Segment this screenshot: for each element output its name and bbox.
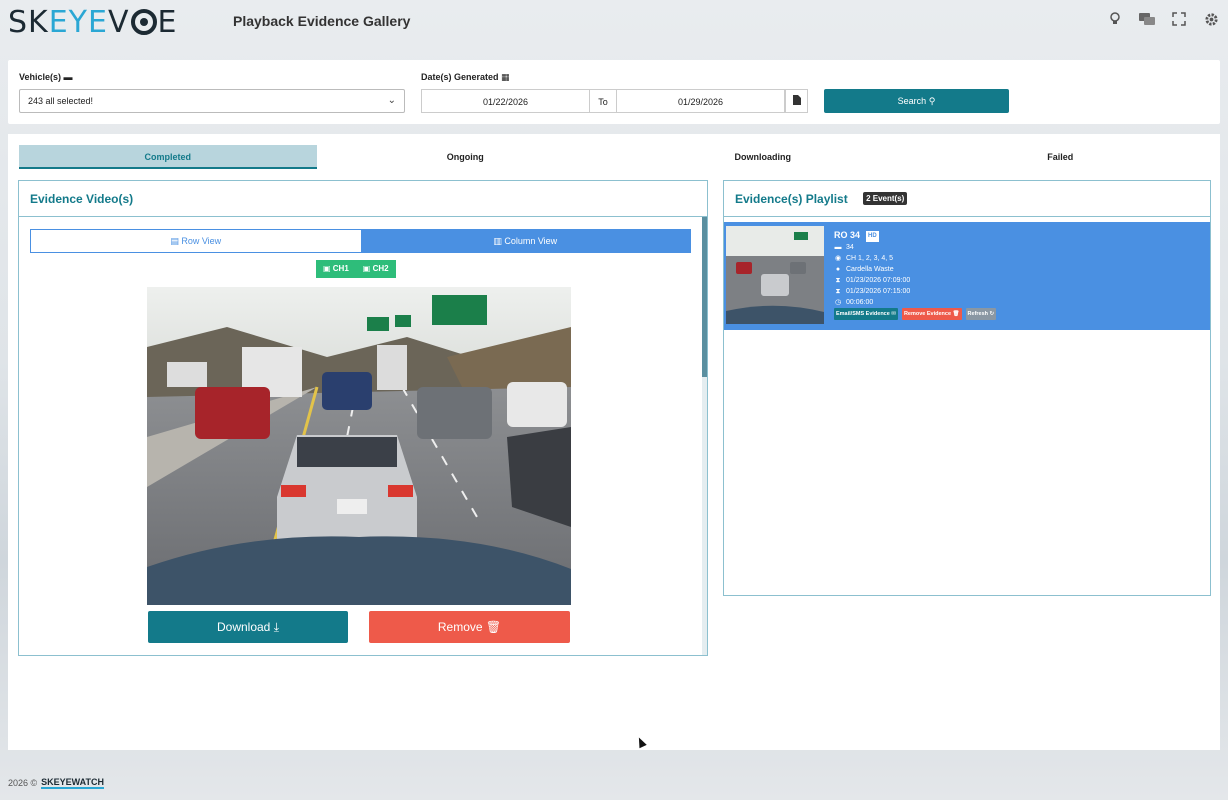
truck-icon: ▬ bbox=[834, 244, 842, 251]
lightbulb-icon[interactable] bbox=[1106, 10, 1124, 28]
trash-icon: 🗑 bbox=[485, 620, 502, 634]
hourglass-end-icon: ⧗ bbox=[835, 288, 841, 295]
date-from-input[interactable]: 01/22/2026 bbox=[421, 89, 590, 113]
tab-completed[interactable]: Completed bbox=[19, 145, 317, 169]
vehicle-select-value: 243 all selected! bbox=[28, 96, 94, 106]
road-scene-image bbox=[147, 287, 571, 605]
camera-icon: ◉ bbox=[834, 255, 842, 262]
dates-label: Date(s) Generated ▦ bbox=[421, 72, 510, 82]
ch2-button[interactable]: ▣ CH2 bbox=[355, 260, 396, 278]
download-icon: ⤓ bbox=[273, 620, 280, 634]
item-duration: 00:06:00 bbox=[846, 299, 874, 306]
calendar-file-icon[interactable] bbox=[785, 89, 808, 113]
logo-text-left: SK bbox=[8, 4, 49, 40]
download-button[interactable]: Download ⤓ bbox=[148, 611, 348, 643]
date-to-input[interactable]: 01/29/2026 bbox=[616, 89, 785, 113]
row-view-button[interactable]: ▤ Row View bbox=[31, 230, 361, 252]
main-card: Completed Ongoing Downloading Failed Evi… bbox=[8, 134, 1220, 750]
filter-card: Vehicle(s) ▬ 243 all selected! ⌄ Date(s)… bbox=[8, 60, 1220, 124]
view-toggle: ▤ Row View ▥ Column View bbox=[30, 229, 691, 253]
playlist-item-info: RO 34 HD ▬ 34 ◉ CH 1, 2, 3, 4, 5 ● Cardella … bbox=[834, 230, 910, 308]
remove-button[interactable]: Remove 🗑 bbox=[369, 611, 570, 643]
item-channels: CH 1, 2, 3, 4, 5 bbox=[846, 255, 894, 262]
evidence-playlist-panel: Evidence(s) Playlist 2 Event(s) RO 34HD bbox=[723, 180, 1211, 596]
fullscreen-icon[interactable] bbox=[1170, 10, 1188, 28]
tab-failed[interactable]: Failed bbox=[912, 145, 1210, 169]
item-driver: Cardella Waste bbox=[846, 266, 894, 273]
panel-scrollbar[interactable] bbox=[702, 217, 707, 655]
logo-text-right: V bbox=[107, 4, 130, 40]
scrollbar-thumb[interactable] bbox=[702, 217, 707, 377]
page-title: Playback Evidence Gallery bbox=[233, 13, 411, 29]
playlist-item[interactable]: RO 34 HD ▬ 34 ◉ CH 1, 2, 3, 4, 5 ● Cardella … bbox=[724, 222, 1210, 330]
playlist-item-title: RO 34 HD bbox=[834, 230, 879, 242]
thumbnail-image bbox=[726, 226, 824, 324]
top-bar: SK EYE V E Playback Evidence Gallery bbox=[0, 0, 1228, 44]
playlist-title: Evidence(s) Playlist bbox=[735, 192, 848, 206]
tab-ongoing[interactable]: Ongoing bbox=[317, 145, 615, 169]
event-count-badge: 2 Event(s) bbox=[863, 192, 908, 205]
calendar-icon: ▦ bbox=[501, 72, 510, 82]
gear-icon[interactable] bbox=[1202, 10, 1220, 28]
hourglass-start-icon: ⧗ bbox=[835, 277, 841, 284]
evidence-video-title: Evidence Video(s) bbox=[19, 181, 707, 217]
to-label: To bbox=[590, 89, 616, 113]
logo-text-blue: EYE bbox=[48, 4, 108, 40]
remove-evidence-button[interactable]: Remove Evidence 🗑 bbox=[901, 308, 962, 320]
hd-icon: HD bbox=[866, 231, 879, 242]
item-end-time: 01/23/2026 07:15:00 bbox=[846, 288, 911, 295]
item-start-time: 01/23/2026 07:09:00 bbox=[846, 277, 911, 284]
channel-buttons: ▣ CH1 ▣ CH2 bbox=[316, 260, 396, 278]
footer: 2026 © SKEYEWATCH bbox=[8, 777, 104, 789]
tab-downloading[interactable]: Downloading bbox=[614, 145, 912, 169]
stopwatch-icon: ◷ bbox=[834, 299, 842, 306]
evidence-video-panel: Evidence Video(s) ▤ Row View ▥ Column Vi… bbox=[18, 180, 708, 656]
playlist-item-actions: Email/SMS Evidence ✉ Remove Evidence 🗑 R… bbox=[834, 308, 997, 320]
search-icon: ⚲ bbox=[928, 96, 936, 106]
chevron-down-icon: ⌄ bbox=[387, 95, 396, 106]
item-vehicle: 34 bbox=[846, 244, 854, 251]
copyright-text: 2026 © bbox=[8, 778, 38, 788]
refresh-button[interactable]: Refresh ↻ bbox=[965, 308, 997, 320]
app-logo[interactable]: SK EYE V E bbox=[8, 4, 178, 40]
vehicle-select[interactable]: 243 all selected! ⌄ bbox=[19, 89, 405, 113]
search-button[interactable]: Search ⚲ bbox=[824, 89, 1009, 113]
truck-icon: ▬ bbox=[63, 72, 73, 82]
top-icons bbox=[1106, 10, 1220, 28]
playlist-thumbnail[interactable] bbox=[726, 226, 824, 324]
footer-brand-link[interactable]: SKEYEWATCH bbox=[41, 777, 104, 789]
column-view-button[interactable]: ▥ Column View bbox=[360, 230, 690, 252]
logo-eye-icon bbox=[130, 9, 157, 35]
chat-icon[interactable] bbox=[1138, 10, 1156, 28]
vehicles-label: Vehicle(s) ▬ bbox=[19, 72, 73, 82]
ch1-button[interactable]: ▣ CH1 bbox=[316, 260, 356, 278]
email-sms-evidence-button[interactable]: Email/SMS Evidence ✉ bbox=[834, 308, 898, 320]
playlist-header: Evidence(s) Playlist 2 Event(s) bbox=[724, 181, 1210, 217]
logo-text-end: E bbox=[157, 4, 178, 40]
status-tabs: Completed Ongoing Downloading Failed bbox=[19, 145, 1209, 169]
evidence-video-player[interactable] bbox=[147, 287, 571, 605]
user-icon: ● bbox=[835, 266, 841, 273]
